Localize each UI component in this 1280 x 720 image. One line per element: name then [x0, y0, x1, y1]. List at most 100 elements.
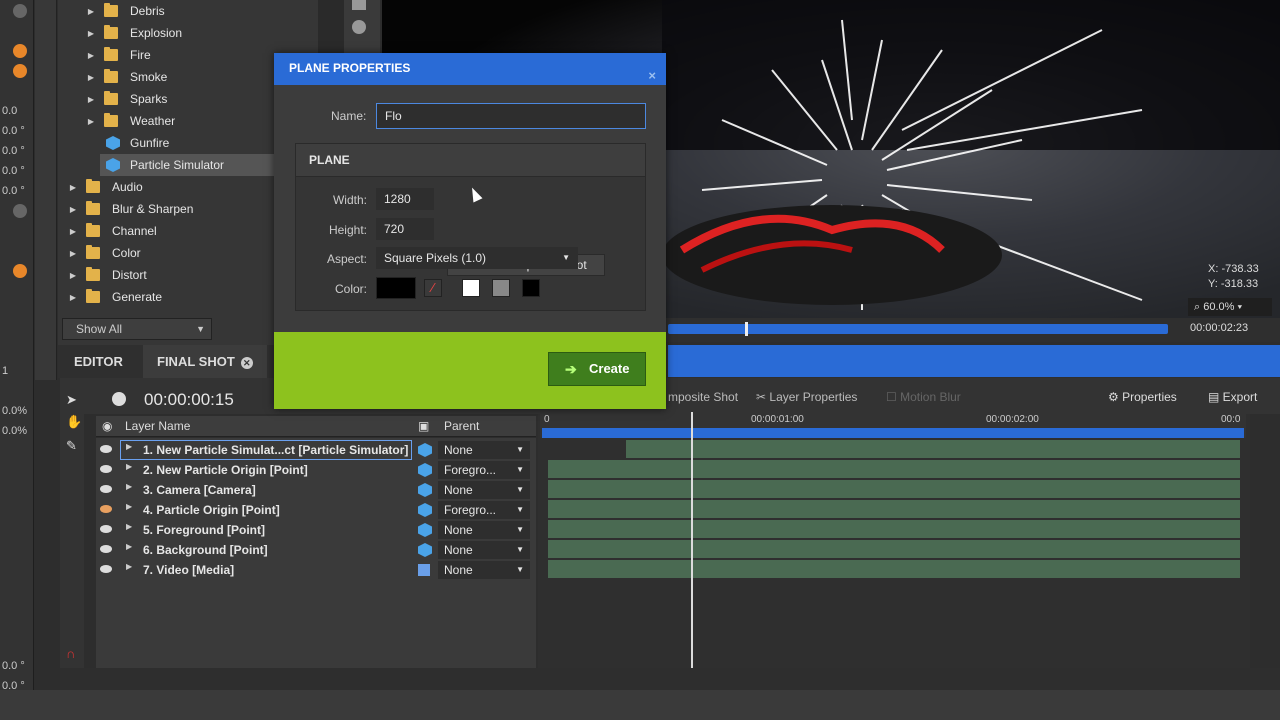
- eye-icon[interactable]: [100, 485, 112, 493]
- scrubber-handle[interactable]: [745, 322, 748, 336]
- tree-item-weather[interactable]: ▶ Weather: [86, 110, 175, 132]
- close-icon[interactable]: ×: [648, 61, 656, 91]
- layer-track[interactable]: [548, 500, 1240, 518]
- expand-arrow-icon[interactable]: ▶: [86, 29, 96, 38]
- zoom-dropdown[interactable]: ⌕ 60.0% ▾: [1188, 298, 1272, 316]
- width-field[interactable]: 1280: [376, 188, 434, 210]
- expand-arrow-icon[interactable]: ▶: [86, 117, 96, 126]
- eye-icon[interactable]: [100, 565, 112, 573]
- layer-track[interactable]: [548, 460, 1240, 478]
- layer-track[interactable]: [626, 440, 1240, 458]
- expand-arrow-icon[interactable]: ▶: [68, 227, 78, 236]
- select-arrow-icon[interactable]: ➤: [66, 392, 77, 408]
- tab-editor[interactable]: EDITOR: [60, 345, 137, 378]
- expand-arrow-icon[interactable]: ▶: [126, 462, 132, 471]
- expand-arrow-icon[interactable]: ▶: [86, 95, 96, 104]
- table-row[interactable]: ▶ 3. Camera [Camera] None ▼: [96, 480, 536, 500]
- expand-arrow-icon[interactable]: ▶: [126, 502, 132, 511]
- keyframe-icon[interactable]: [13, 264, 27, 278]
- tab-final-shot[interactable]: FINAL SHOT ✕: [143, 345, 267, 378]
- expand-arrow-icon[interactable]: ▶: [126, 542, 132, 551]
- table-row[interactable]: ▶ 2. New Particle Origin [Point] Foregro..…: [96, 460, 536, 480]
- properties-button[interactable]: ⚙ Properties: [1108, 390, 1177, 404]
- parent-header[interactable]: Parent: [444, 416, 479, 437]
- parent-dropdown[interactable]: None ▼: [438, 441, 530, 459]
- white-swatch[interactable]: [462, 279, 480, 297]
- expand-arrow-icon[interactable]: ▶: [68, 271, 78, 280]
- expand-arrow-icon[interactable]: ▶: [86, 73, 96, 82]
- parent-dropdown[interactable]: None ▼: [438, 561, 530, 579]
- name-input[interactable]: [376, 103, 646, 129]
- properties-scrollbar[interactable]: [35, 0, 57, 380]
- keyframe-icon[interactable]: [13, 64, 27, 78]
- tool-icon[interactable]: [352, 0, 366, 10]
- parent-dropdown[interactable]: Foregro... ▼: [438, 501, 530, 519]
- magnet-icon[interactable]: ∩: [66, 646, 75, 661]
- expand-arrow-icon[interactable]: ▶: [68, 249, 78, 258]
- reset-icon[interactable]: [13, 204, 27, 218]
- expand-arrow-icon[interactable]: ▶: [126, 482, 132, 491]
- timeline-timecode[interactable]: 00:00:00:15: [144, 390, 234, 410]
- playhead[interactable]: [691, 412, 693, 668]
- height-field[interactable]: 720: [376, 218, 434, 240]
- table-row[interactable]: ▶ 7. Video [Media] None ▼: [96, 560, 536, 580]
- tree-item-gunfire[interactable]: Gunfire: [104, 132, 169, 154]
- layer-track[interactable]: [548, 540, 1240, 558]
- tree-item-audio[interactable]: ▶ Audio: [68, 176, 143, 198]
- gray-swatch[interactable]: [492, 279, 510, 297]
- parent-dropdown[interactable]: None ▼: [438, 541, 530, 559]
- tree-item-blur-sharpen[interactable]: ▶ Blur & Sharpen: [68, 198, 193, 220]
- reset-icon[interactable]: [13, 4, 27, 18]
- razor-icon[interactable]: ✎: [66, 438, 77, 454]
- expand-arrow-icon[interactable]: ▶: [68, 293, 78, 302]
- tree-item-distort[interactable]: ▶ Distort: [68, 264, 147, 286]
- timeline-scrollbar[interactable]: [60, 668, 1280, 690]
- layer-track[interactable]: [548, 480, 1240, 498]
- composite-shot-button[interactable]: mposite Shot: [668, 390, 738, 404]
- eye-icon[interactable]: [100, 465, 112, 473]
- color-swatch[interactable]: [376, 277, 416, 299]
- export-button[interactable]: ▤ Export: [1208, 390, 1257, 404]
- table-row[interactable]: ▶ 6. Background [Point] None ▼: [96, 540, 536, 560]
- tree-item-channel[interactable]: ▶ Channel: [68, 220, 157, 242]
- table-row[interactable]: ▶ 5. Foreground [Point] None ▼: [96, 520, 536, 540]
- expand-arrow-icon[interactable]: ▶: [68, 205, 78, 214]
- tree-item-explosion[interactable]: ▶ Explosion: [86, 22, 182, 44]
- eye-icon[interactable]: [100, 505, 112, 513]
- create-button[interactable]: ➔ Create: [548, 352, 646, 386]
- eyedropper-icon[interactable]: ⁄: [424, 279, 442, 297]
- tree-item-sparks[interactable]: ▶ Sparks: [86, 88, 167, 110]
- tree-item-generate[interactable]: ▶ Generate: [68, 286, 162, 308]
- keyframe-icon[interactable]: [13, 44, 27, 58]
- tree-item-smoke[interactable]: ▶ Smoke: [86, 66, 167, 88]
- layer-properties-button[interactable]: ✂ Layer Properties: [756, 390, 857, 404]
- parent-dropdown[interactable]: None ▼: [438, 481, 530, 499]
- motion-blur-toggle[interactable]: ☐ Motion Blur: [886, 390, 961, 404]
- filter-dropdown[interactable]: Show All ▼: [62, 318, 212, 340]
- layer-track[interactable]: [548, 520, 1240, 538]
- expand-arrow-icon[interactable]: ▶: [126, 442, 132, 451]
- parent-dropdown[interactable]: Foregro... ▼: [438, 461, 530, 479]
- viewer-scrubber[interactable]: [668, 324, 1168, 334]
- tree-item-debris[interactable]: ▶ Debris: [86, 0, 165, 22]
- layer-track[interactable]: [548, 560, 1240, 578]
- eye-icon[interactable]: [100, 445, 112, 453]
- black-swatch[interactable]: [522, 279, 540, 297]
- tool-icon[interactable]: [352, 20, 366, 34]
- expand-arrow-icon[interactable]: ▶: [86, 51, 96, 60]
- table-row[interactable]: ▶ 4. Particle Origin [Point] Foregro... ▼: [96, 500, 536, 520]
- table-row[interactable]: ▶ 1. New Particle Simulat...ct [Particle …: [96, 440, 536, 460]
- tree-item-fire[interactable]: ▶ Fire: [86, 44, 151, 66]
- aspect-dropdown[interactable]: Square Pixels (1.0) ▼: [376, 247, 578, 269]
- close-icon[interactable]: ✕: [240, 356, 253, 369]
- parent-dropdown[interactable]: None ▼: [438, 521, 530, 539]
- work-area-bar[interactable]: [542, 428, 1244, 438]
- eye-icon[interactable]: [100, 545, 112, 553]
- tree-item-color[interactable]: ▶ Color: [68, 242, 141, 264]
- layer-name-header[interactable]: Layer Name: [125, 416, 190, 437]
- hand-icon[interactable]: ✋: [66, 414, 82, 430]
- eye-icon[interactable]: [100, 525, 112, 533]
- expand-arrow-icon[interactable]: ▶: [86, 7, 96, 16]
- expand-arrow-icon[interactable]: ▶: [126, 562, 132, 571]
- expand-arrow-icon[interactable]: ▶: [68, 183, 78, 192]
